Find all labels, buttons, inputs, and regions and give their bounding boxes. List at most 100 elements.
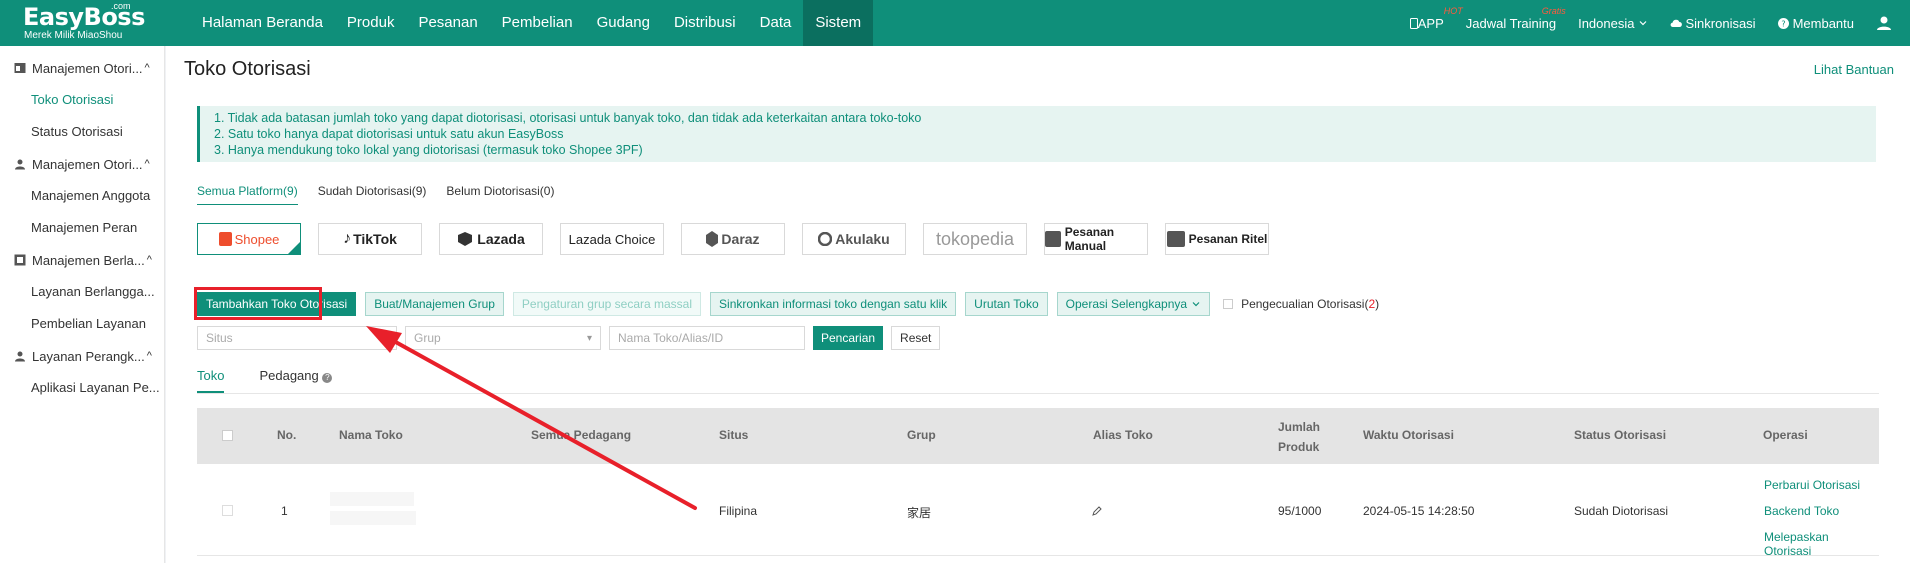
chevron-down-icon: [1192, 302, 1200, 307]
action-bar: Tambahkan Toko Otorisasi Buat/Manajemen …: [197, 292, 1379, 316]
sidebar-item-anggota[interactable]: Manajemen Anggota: [0, 180, 164, 212]
user-group-icon: [15, 159, 25, 170]
app-label: APP: [1417, 15, 1444, 31]
col-jumlah-line2: Produk: [1278, 440, 1320, 454]
platform-daraz[interactable]: Daraz: [681, 223, 785, 255]
release-authorization-link[interactable]: Melepaskan Otorisasi: [1764, 530, 1879, 558]
platform-label: Akulaku: [835, 231, 890, 247]
app-link[interactable]: APP HOT: [1409, 6, 1463, 31]
sidebar-group-subscription[interactable]: Manajemen Berla... ^: [0, 244, 164, 276]
more-operations-label: Operasi Selengkapnya: [1065, 297, 1188, 311]
cloud-icon: [1671, 19, 1683, 27]
search-button[interactable]: Pencarian: [813, 326, 884, 350]
nav-gudang[interactable]: Gudang: [585, 0, 662, 46]
help-link-top[interactable]: ? Membantu: [1777, 15, 1854, 31]
platform-tokopedia[interactable]: tokopedia: [923, 223, 1027, 255]
tab-toko[interactable]: Toko: [197, 368, 225, 393]
platform-pesanan-ritel[interactable]: Pesanan Ritel: [1165, 223, 1269, 255]
manage-group-button[interactable]: Buat/Manajemen Grup: [365, 292, 504, 316]
question-circle-icon: ?: [1777, 17, 1789, 29]
chevron-up-icon: ^: [144, 62, 150, 74]
platform-label: Pesanan Manual: [1064, 225, 1115, 253]
tab-semua-platform[interactable]: Semua Platform(9): [197, 184, 298, 205]
main-nav: Halaman Beranda Produk Pesanan Pembelian…: [190, 0, 874, 46]
platform-pesanan-manual[interactable]: Pesanan Manual: [1044, 223, 1148, 255]
platform-label: Lazada: [477, 231, 525, 247]
help-link[interactable]: Lihat Bantuan: [1814, 62, 1894, 77]
logo[interactable]: EasyBoss .com Merek Milik MiaoShou: [0, 0, 170, 46]
tab-pedagang-label: Pedagang: [259, 368, 319, 383]
platform-label: TikTok: [353, 231, 397, 247]
tab-pedagang[interactable]: Pedagang ?: [259, 368, 333, 393]
col-nama-toko: Nama Toko: [339, 428, 403, 442]
nav-pembelian[interactable]: Pembelian: [490, 0, 585, 46]
col-situs: Situs: [719, 428, 749, 442]
more-operations-button[interactable]: Operasi Selengkapnya: [1056, 292, 1211, 316]
store-search-input[interactable]: Nama Toko/Alias/ID: [609, 326, 805, 350]
sidebar-group-members[interactable]: Manajemen Otori... ^: [0, 148, 164, 180]
nav-beranda[interactable]: Halaman Beranda: [190, 0, 335, 46]
notice-line: 2. Satu toko hanya dapat diotorisasi unt…: [214, 127, 564, 141]
search-placeholder: Nama Toko/Alias/ID: [618, 331, 724, 345]
lazada-logo-icon: [458, 232, 473, 246]
exception-checkbox[interactable]: Pengecualian Otorisasi( 2 ): [1223, 297, 1379, 311]
page-title: Toko Otorisasi: [184, 58, 311, 80]
sidebar-item-status-otorisasi[interactable]: Status Otorisasi: [0, 116, 164, 148]
platform-lazada-choice[interactable]: Lazada Choice: [560, 223, 664, 255]
row-grup: 家居: [907, 506, 932, 520]
nav-produk[interactable]: Produk: [335, 0, 407, 46]
training-label: Jadwal Training: [1465, 15, 1557, 31]
store-backend-link[interactable]: Backend Toko: [1764, 504, 1839, 518]
sidebar-group-tools[interactable]: Layanan Perangk... ^: [0, 340, 164, 372]
col-grup: Grup: [907, 428, 936, 442]
reset-button[interactable]: Reset: [891, 326, 941, 350]
platform-tiktok[interactable]: ♪ TikTok: [318, 223, 422, 255]
subscription-icon: [14, 254, 26, 266]
sidebar-group-auth[interactable]: Manajemen Otori... ^: [0, 52, 164, 84]
language-select[interactable]: Indonesia: [1578, 16, 1648, 31]
platform-lazada[interactable]: Lazada: [439, 223, 543, 255]
mobile-icon: [1409, 17, 1418, 29]
nav-sistem[interactable]: Sistem: [803, 0, 874, 46]
sidebar-group-label: Manajemen Otori...: [32, 156, 143, 172]
sidebar-group-label: Manajemen Berla...: [32, 252, 145, 268]
sidebar-item-peran[interactable]: Manajemen Peran: [0, 212, 164, 244]
sidebar-group-label: Manajemen Otori...: [32, 60, 143, 76]
table-header: No. Nama Toko Semua Pedagang Situs Grup …: [197, 408, 1879, 464]
sync-link[interactable]: Sinkronisasi: [1670, 16, 1756, 31]
nav-pesanan[interactable]: Pesanan: [406, 0, 489, 46]
col-status: Status Otorisasi: [1574, 428, 1667, 442]
sidebar-item-toko-otorisasi[interactable]: Toko Otorisasi: [0, 84, 164, 116]
language-label: Indonesia: [1578, 15, 1635, 31]
training-link[interactable]: Jadwal Training Gratis: [1465, 6, 1566, 31]
platform-shopee[interactable]: Shopee: [197, 223, 301, 255]
nav-distribusi[interactable]: Distribusi: [662, 0, 748, 46]
renew-authorization-link[interactable]: Perbarui Otorisasi: [1764, 478, 1860, 492]
page-header: Toko Otorisasi Lihat Bantuan: [166, 46, 1910, 94]
tiktok-logo-icon: ♪: [343, 230, 352, 247]
notice-line: 1. Tidak ada batasan jumlah toko yang da…: [214, 111, 922, 125]
row-checkbox[interactable]: [222, 505, 233, 516]
exception-label: Pengecualian Otorisasi(: [1241, 297, 1369, 311]
group-select[interactable]: Grup ▾: [405, 326, 601, 350]
user-icon[interactable]: [1876, 15, 1892, 31]
store-order-button[interactable]: Urutan Toko: [965, 292, 1048, 316]
tab-sudah-diotorisasi[interactable]: Sudah Diotorisasi(9): [318, 184, 427, 205]
select-all-checkbox[interactable]: [222, 430, 233, 441]
platform-akulaku[interactable]: Akulaku: [802, 223, 906, 255]
checkbox[interactable]: [1223, 299, 1234, 309]
tab-belum-diotorisasi[interactable]: Belum Diotorisasi(0): [446, 184, 554, 205]
sidebar-item-layanan[interactable]: Layanan Berlangga...: [0, 276, 164, 308]
sync-store-button[interactable]: Sinkronkan informasi toko dengan satu kl…: [710, 292, 957, 316]
site-select[interactable]: Situs ▾: [197, 326, 397, 350]
edit-alias-icon[interactable]: [1092, 506, 1102, 516]
help-label: Membantu: [1792, 15, 1854, 31]
site-placeholder: Situs: [206, 331, 233, 345]
nav-data[interactable]: Data: [748, 0, 804, 46]
chevron-up-icon: ^: [146, 254, 152, 266]
top-right-menu: APP HOT Jadwal Training Gratis Indonesia…: [1409, 0, 1910, 46]
sidebar-item-aplikasi[interactable]: Aplikasi Layanan Pe...: [0, 372, 164, 404]
row-no: 1: [281, 504, 288, 518]
row-situs: Filipina: [719, 504, 758, 518]
sidebar-item-pembelian-layanan[interactable]: Pembelian Layanan: [0, 308, 164, 340]
